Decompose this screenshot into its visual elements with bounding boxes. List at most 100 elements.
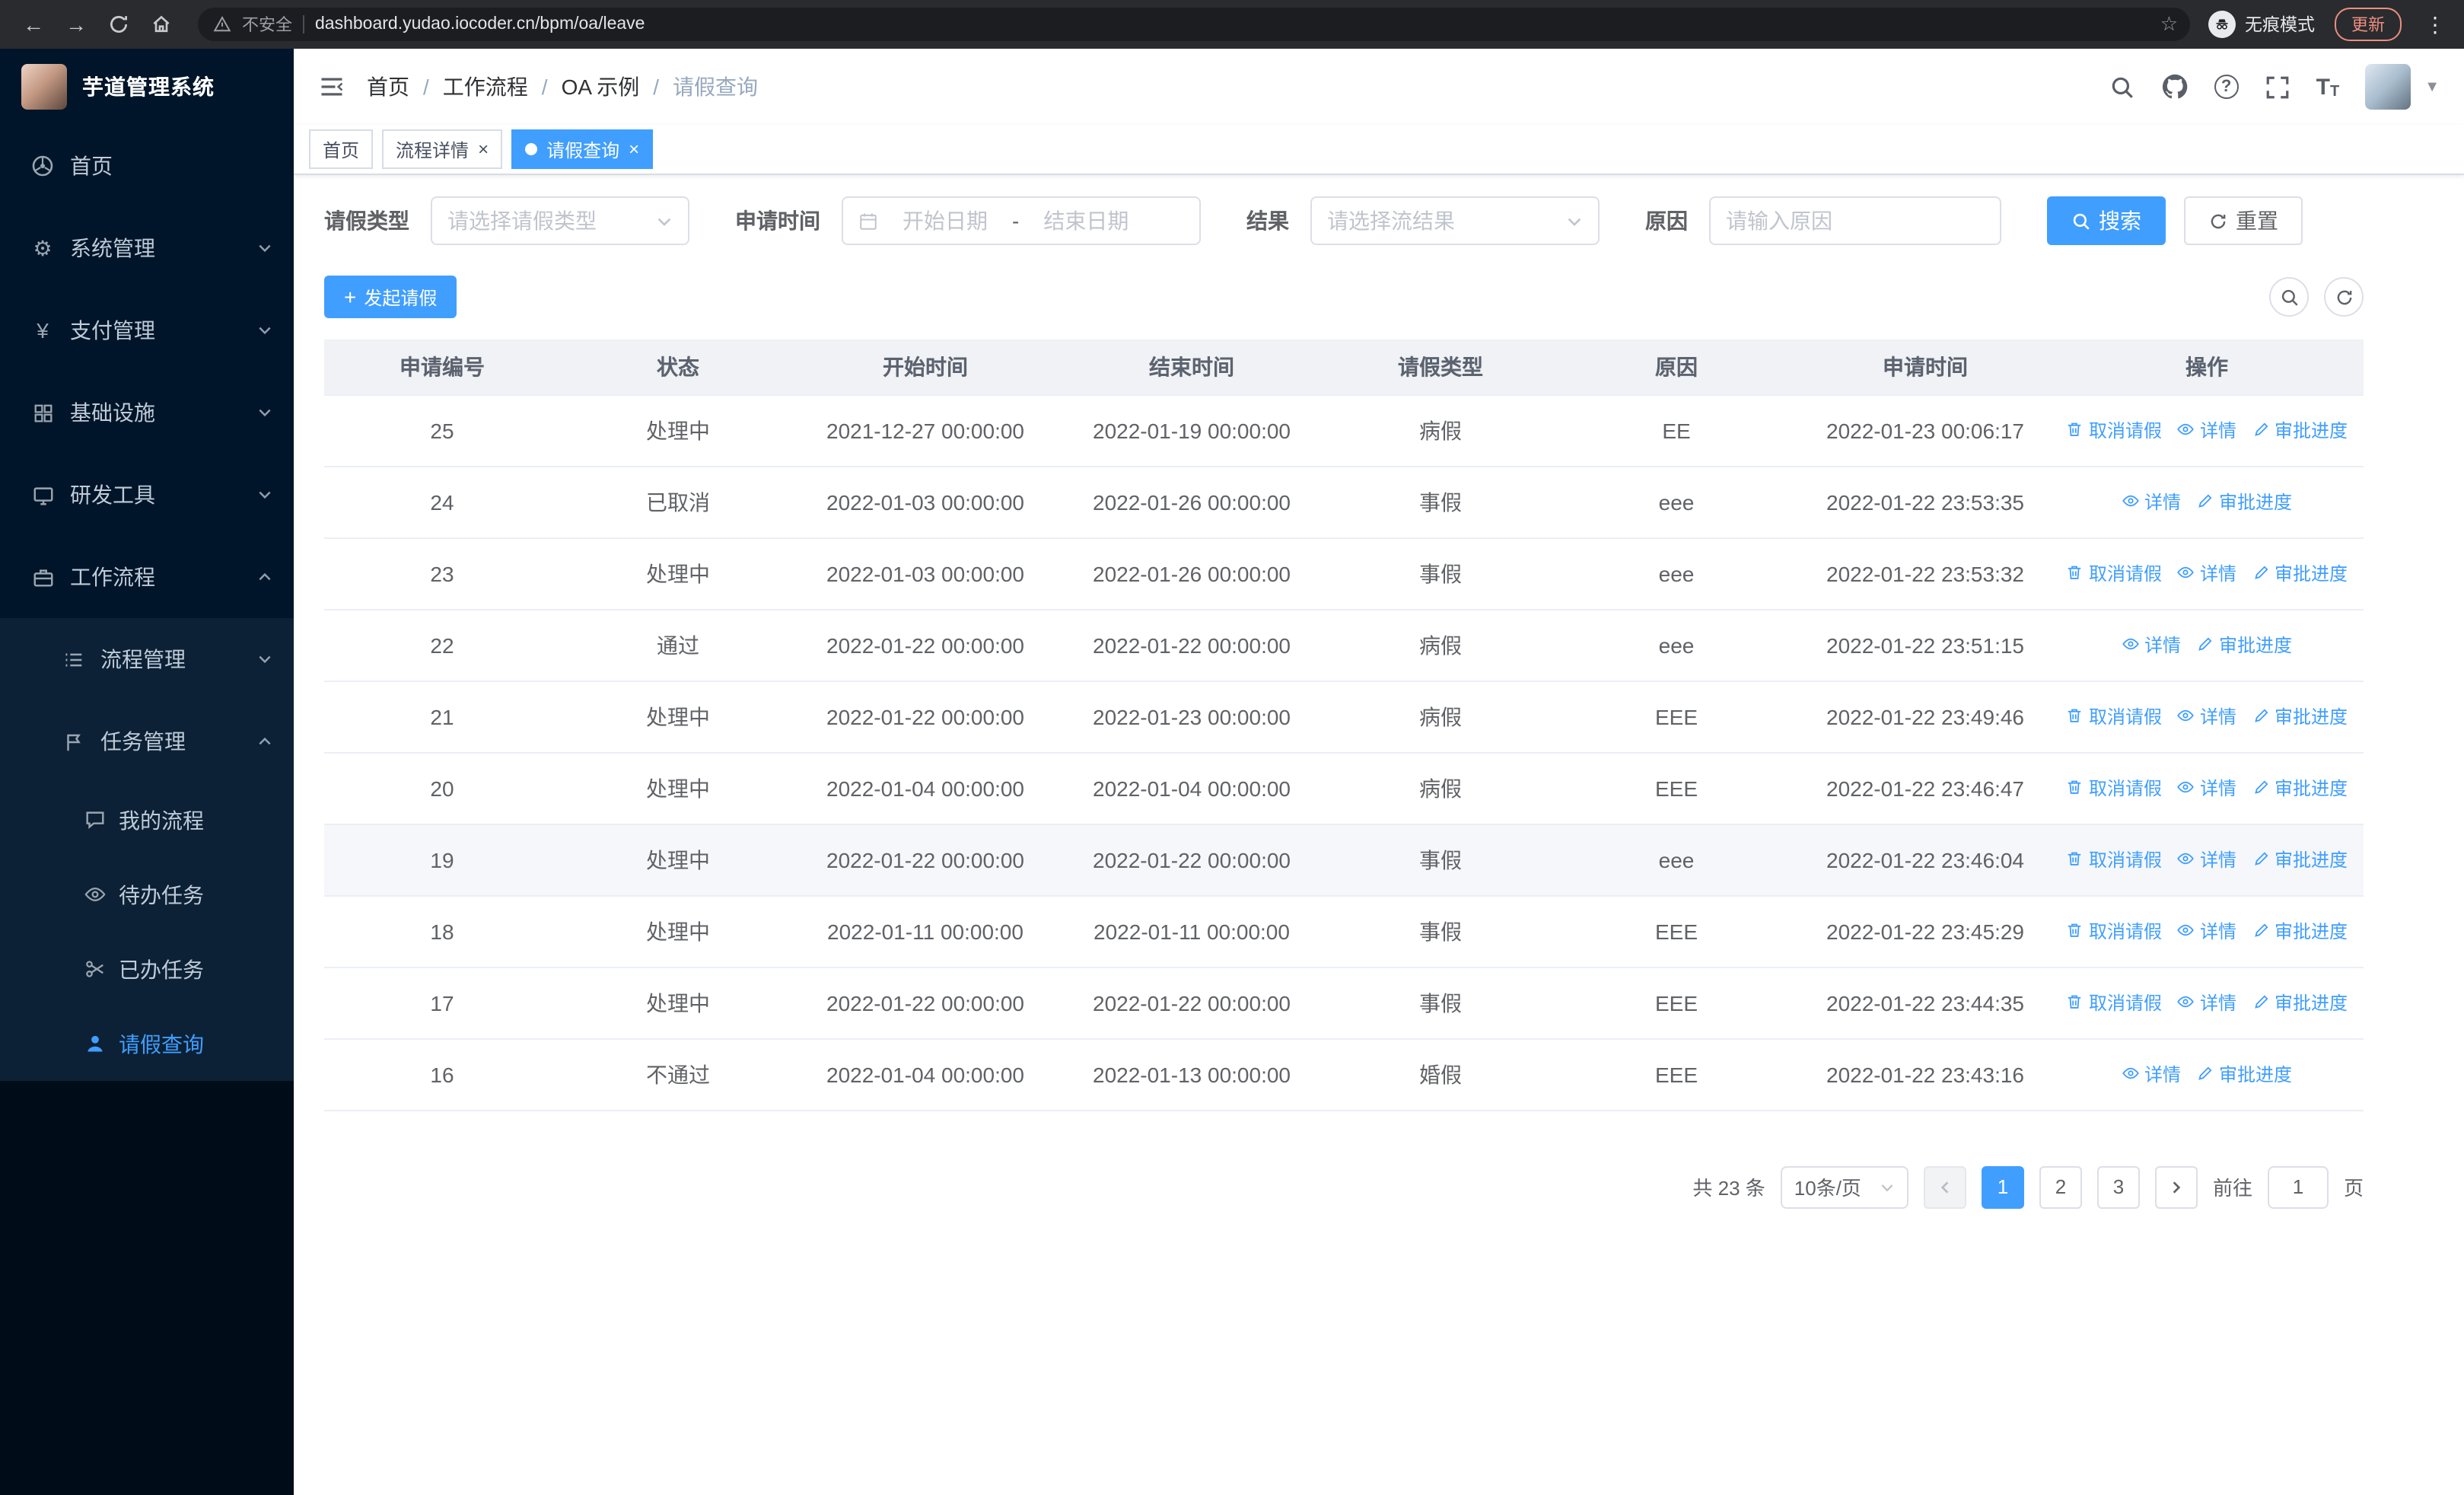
font-size-icon[interactable]: TT	[2316, 74, 2340, 100]
detail-link[interactable]: 详情	[2177, 846, 2236, 872]
page-button-3[interactable]: 3	[2096, 1165, 2140, 1208]
bookmark-star-icon[interactable]: ☆	[2160, 12, 2178, 37]
sidebar-item-done-tasks[interactable]: 已办任务	[0, 932, 294, 1006]
sidebar-item-workflow[interactable]: 工作流程	[0, 536, 294, 618]
security-label[interactable]: 不安全	[242, 12, 292, 37]
tab-home[interactable]: 首页	[309, 129, 374, 169]
end-date-input[interactable]: 结束日期	[1031, 206, 1141, 236]
approval-progress-link[interactable]: 审批进度	[2252, 560, 2348, 586]
cell-end-time: 2022-01-23 00:00:00	[1055, 681, 1329, 753]
browser-forward-icon[interactable]: →	[58, 6, 94, 43]
refresh-table-button[interactable]	[2324, 277, 2364, 317]
sidebar-item-leave-query[interactable]: 请假查询	[0, 1006, 294, 1081]
browser-update-button[interactable]: 更新	[2335, 8, 2402, 41]
sidebar-item-dev-tools[interactable]: 研发工具	[0, 454, 294, 536]
breadcrumb-workflow[interactable]: 工作流程	[443, 72, 528, 102]
sidebar-item-payment-mgmt[interactable]: ¥ 支付管理	[0, 289, 294, 371]
fullscreen-icon[interactable]	[2265, 74, 2291, 100]
help-icon[interactable]: ?	[2214, 75, 2239, 99]
edit-icon	[2198, 638, 2212, 652]
process-list-icon	[61, 647, 85, 671]
cancel-leave-link[interactable]: 取消请假	[2066, 703, 2162, 729]
browser-reload-icon[interactable]	[100, 6, 137, 43]
tab-process-detail[interactable]: 流程详情 ×	[382, 129, 503, 169]
cell-apply-time: 2022-01-22 23:45:29	[1800, 895, 2050, 967]
approval-progress-link[interactable]: 审批进度	[2196, 632, 2292, 658]
table-row: 22 通过 2022-01-22 00:00:00 2022-01-22 00:00:…	[324, 609, 2364, 681]
detail-link[interactable]: 详情	[2177, 775, 2236, 801]
detail-link[interactable]: 详情	[2177, 417, 2236, 443]
chevron-down-icon	[1568, 217, 1581, 225]
url-bar[interactable]: 不安全 dashboard.yudao.iocoder.cn/bpm/oa/le…	[198, 8, 2190, 41]
next-page-button[interactable]	[2154, 1165, 2198, 1208]
sidebar-item-todo-tasks[interactable]: 待办任务	[0, 857, 294, 932]
approval-progress-link[interactable]: 审批进度	[2196, 489, 2292, 515]
cell-leave-type: 病假	[1329, 681, 1552, 753]
create-leave-button[interactable]: + 发起请假	[324, 276, 457, 318]
sidebar-item-my-processes[interactable]: 我的流程	[0, 783, 294, 857]
cancel-leave-link[interactable]: 取消请假	[2066, 560, 2162, 586]
caret-down-icon[interactable]: ▼	[2424, 78, 2440, 95]
cancel-leave-link[interactable]: 取消请假	[2066, 918, 2162, 944]
sidebar-item-home[interactable]: 首页	[0, 125, 294, 207]
incognito-label: 无痕模式	[2245, 17, 2315, 35]
approval-progress-link[interactable]: 审批进度	[2252, 990, 2348, 1015]
apply-time-range-picker[interactable]: 开始日期 - 结束日期	[842, 196, 1201, 245]
approval-progress-link[interactable]: 审批进度	[2252, 775, 2348, 801]
github-icon[interactable]	[2161, 73, 2189, 100]
detail-link[interactable]: 详情	[2122, 632, 2181, 658]
yen-icon: ¥	[37, 318, 49, 343]
sidebar-item-infrastructure[interactable]: 基础设施	[0, 371, 294, 454]
close-icon[interactable]: ×	[478, 140, 489, 158]
goto-page-input[interactable]	[2267, 1165, 2329, 1208]
approval-progress-link[interactable]: 审批进度	[2252, 918, 2348, 944]
detail-link[interactable]: 详情	[2122, 489, 2181, 515]
page-button-2[interactable]: 2	[2039, 1165, 2082, 1208]
leave-type-select[interactable]: 请选择请假类型	[431, 196, 689, 245]
cancel-leave-link[interactable]: 取消请假	[2066, 417, 2162, 443]
reset-button[interactable]: 重置	[2184, 196, 2303, 245]
app-logo[interactable]: 芋道管理系统	[0, 49, 294, 125]
cell-apply-id: 18	[324, 895, 560, 967]
detail-link[interactable]: 详情	[2177, 990, 2236, 1015]
page-button-1[interactable]: 1	[1981, 1165, 2024, 1208]
breadcrumb-home[interactable]: 首页	[367, 72, 409, 102]
page-size-select[interactable]: 10条/页	[1780, 1165, 1908, 1208]
cancel-leave-link[interactable]: 取消请假	[2066, 990, 2162, 1015]
cell-apply-time: 2022-01-22 23:51:15	[1800, 609, 2050, 681]
cell-leave-type: 事假	[1329, 824, 1552, 896]
navbar-actions: ? TT ▼	[2109, 64, 2440, 110]
reason-input[interactable]: 请输入原因	[1709, 196, 2001, 245]
sidebar-item-task-mgmt[interactable]: 任务管理	[0, 700, 294, 783]
approval-progress-link[interactable]: 审批进度	[2252, 703, 2348, 729]
approval-progress-link[interactable]: 审批进度	[2252, 417, 2348, 443]
browser-menu-icon[interactable]: ⋮	[2421, 11, 2449, 37]
browser-home-icon[interactable]	[143, 6, 180, 43]
browser-back-icon[interactable]: ←	[15, 6, 52, 43]
cell-actions: 取消请假 详情 审批进度	[2050, 967, 2364, 1039]
sidebar-item-system-mgmt[interactable]: ⚙ 系统管理	[0, 207, 294, 289]
user-avatar[interactable]	[2365, 64, 2411, 110]
hamburger-icon[interactable]	[318, 73, 345, 100]
close-icon[interactable]: ×	[629, 140, 639, 158]
detail-link[interactable]: 详情	[2177, 918, 2236, 944]
prev-page-button[interactable]	[1923, 1165, 1966, 1208]
approval-progress-link[interactable]: 审批进度	[2196, 1061, 2292, 1087]
cancel-leave-link[interactable]: 取消请假	[2066, 846, 2162, 872]
toggle-search-button[interactable]	[2269, 277, 2309, 317]
sidebar-item-process-mgmt[interactable]: 流程管理	[0, 618, 294, 700]
start-date-input[interactable]: 开始日期	[890, 206, 1000, 236]
cancel-leave-link[interactable]: 取消请假	[2066, 775, 2162, 801]
breadcrumb-oa-example[interactable]: OA 示例	[562, 72, 640, 102]
approval-progress-link[interactable]: 审批进度	[2252, 846, 2348, 872]
tab-leave-query[interactable]: 请假查询 ×	[511, 129, 654, 169]
app-title: 芋道管理系统	[82, 75, 215, 99]
url-text[interactable]: dashboard.yudao.iocoder.cn/bpm/oa/leave	[315, 15, 645, 33]
search-button[interactable]: 搜索	[2047, 196, 2166, 245]
detail-link[interactable]: 详情	[2122, 1061, 2181, 1087]
search-icon[interactable]	[2109, 74, 2135, 100]
detail-link[interactable]: 详情	[2177, 560, 2236, 586]
detail-link[interactable]: 详情	[2177, 703, 2236, 729]
result-select[interactable]: 请选择流结果	[1310, 196, 1600, 245]
breadcrumb: 首页 / 工作流程 / OA 示例 / 请假查询	[367, 72, 758, 102]
